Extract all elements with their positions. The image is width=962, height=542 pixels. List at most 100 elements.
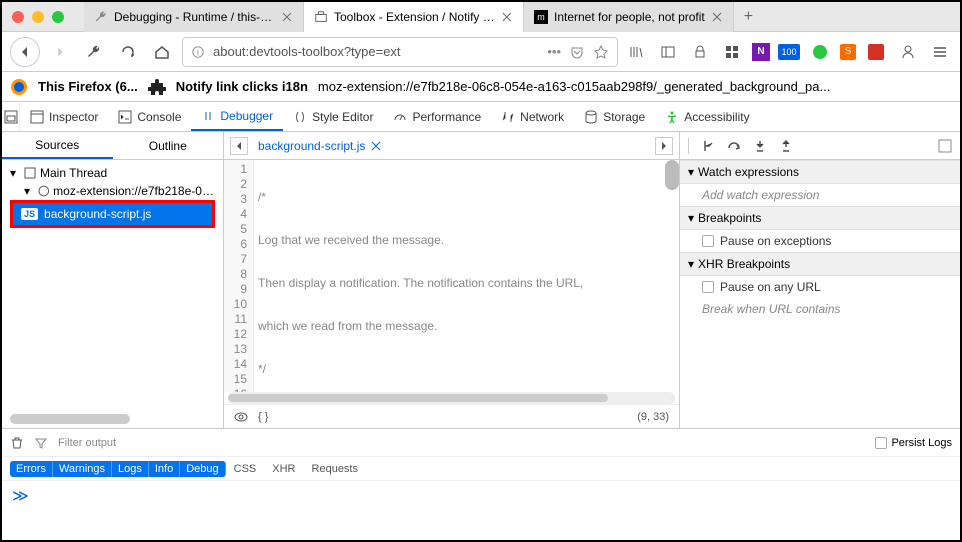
sources-tab[interactable]: Sources — [2, 132, 113, 159]
traffic-lights — [12, 11, 64, 23]
tools-button[interactable] — [80, 38, 108, 66]
sidebar-icon[interactable] — [656, 40, 680, 64]
collapse-panes-button[interactable] — [230, 137, 248, 155]
ext-onenote-icon[interactable]: N — [752, 43, 770, 61]
step-in-icon[interactable] — [753, 139, 767, 153]
close-icon[interactable] — [711, 11, 723, 23]
reload-button[interactable] — [114, 38, 142, 66]
style-icon — [293, 110, 307, 124]
tab-inspector[interactable]: Inspector — [20, 102, 108, 131]
break-url-input[interactable]: Break when URL contains — [680, 298, 960, 320]
home-button[interactable] — [148, 38, 176, 66]
tab-storage[interactable]: Storage — [574, 102, 655, 131]
close-icon[interactable] — [281, 11, 293, 23]
back-button[interactable] — [10, 37, 40, 67]
step-out-icon[interactable] — [779, 139, 793, 153]
console-input[interactable]: ≫ — [2, 481, 960, 511]
iframe-picker[interactable] — [2, 102, 20, 131]
css-filter[interactable]: CSS — [226, 461, 265, 477]
collapse-right-button[interactable] — [655, 137, 673, 155]
xhr-breakpoints-header[interactable]: ▾XHR Breakpoints — [680, 252, 960, 276]
debug-chip[interactable]: Debug — [180, 461, 225, 477]
editor-footer: { } (9, 33) — [224, 404, 679, 428]
new-tab-button[interactable]: + — [734, 2, 763, 32]
step-over-icon[interactable] — [727, 139, 741, 153]
browser-tab-toolbox[interactable]: Toolbox - Extension / Notify link — [304, 2, 524, 32]
watch-header[interactable]: ▾Watch expressions — [680, 160, 960, 184]
info-chip[interactable]: Info — [149, 461, 180, 477]
horizontal-scrollbar[interactable] — [10, 414, 130, 424]
toolbox-icon — [314, 10, 328, 24]
deactivate-icon[interactable] — [938, 139, 952, 153]
library-icon[interactable] — [624, 40, 648, 64]
pretty-print-button[interactable]: { } — [258, 411, 268, 423]
tab-debugger[interactable]: Debugger — [191, 102, 283, 131]
tab-console[interactable]: Console — [108, 102, 191, 131]
checkbox[interactable] — [702, 281, 714, 293]
requests-filter[interactable]: Requests — [304, 461, 366, 477]
add-watch-input[interactable]: Add watch expression — [680, 184, 960, 206]
url-bar[interactable]: i about:devtools-toolbox?type=ext ••• — [182, 37, 618, 67]
checkbox[interactable] — [875, 437, 887, 449]
pause-exceptions-checkbox[interactable]: Pause on exceptions — [680, 230, 960, 252]
checkbox[interactable] — [702, 235, 714, 247]
tab-style-editor[interactable]: Style Editor — [283, 102, 383, 131]
editor-panel: background-script.js 1234567891011121314… — [224, 132, 680, 428]
editor-file-tab[interactable]: background-script.js — [258, 139, 381, 153]
tab-performance[interactable]: Performance — [383, 102, 491, 131]
eye-icon[interactable] — [234, 410, 248, 424]
tab-label: Internet for people, not profit — [554, 10, 705, 24]
breakpoints-header[interactable]: ▾Breakpoints — [680, 206, 960, 230]
menu-icon[interactable] — [928, 40, 952, 64]
browser-tab-mozilla[interactable]: m Internet for people, not profit — [524, 2, 734, 32]
info-icon[interactable]: i — [191, 45, 205, 59]
navigation-bar: i about:devtools-toolbox?type=ext ••• N … — [2, 32, 960, 72]
xhr-filter[interactable]: XHR — [264, 461, 303, 477]
debugger-target-title: This Firefox (6... — [38, 79, 138, 94]
debugger-controls — [680, 132, 960, 160]
pocket-icon[interactable] — [569, 44, 585, 60]
close-icon[interactable] — [371, 141, 381, 151]
vertical-scrollbar[interactable] — [665, 160, 679, 190]
resume-icon[interactable] — [701, 139, 715, 153]
trash-icon[interactable] — [10, 436, 24, 450]
split-console: Filter output Persist Logs Errors Warnin… — [2, 428, 960, 511]
maximize-window[interactable] — [52, 11, 64, 23]
window-titlebar: Debugging - Runtime / this-fire Toolbox … — [2, 2, 960, 32]
horizontal-scrollbar[interactable] — [228, 392, 675, 404]
extension-folder[interactable]: ▾ moz-extension://e7fb218e-06c8 — [2, 182, 223, 200]
network-icon — [501, 110, 515, 124]
chevron-right-icon — [659, 141, 669, 151]
chevron-down-icon: ▾ — [24, 184, 34, 198]
outline-tab[interactable]: Outline — [113, 132, 224, 159]
star-icon[interactable] — [593, 44, 609, 60]
ext-badge-icon[interactable]: 100 — [778, 44, 800, 60]
ext-red-icon[interactable] — [864, 40, 888, 64]
persist-logs-checkbox[interactable]: Persist Logs — [875, 437, 952, 449]
forward-button[interactable] — [46, 38, 74, 66]
more-icon[interactable]: ••• — [547, 44, 561, 59]
errors-chip[interactable]: Errors — [10, 461, 53, 477]
code-content[interactable]: /* Log that we received the message. The… — [254, 160, 679, 392]
code-editor[interactable]: 1234567891011121314151617 /* Log that we… — [224, 160, 679, 392]
minimize-window[interactable] — [32, 11, 44, 23]
close-window[interactable] — [12, 11, 24, 23]
source-file[interactable]: JS background-script.js — [13, 203, 212, 225]
storage-icon — [584, 110, 598, 124]
tab-accessibility[interactable]: Accessibility — [655, 102, 759, 131]
pause-any-url-checkbox[interactable]: Pause on any URL — [680, 276, 960, 298]
close-icon[interactable] — [501, 11, 513, 23]
logs-chip[interactable]: Logs — [112, 461, 149, 477]
ext-grid-icon[interactable] — [720, 40, 744, 64]
account-icon[interactable] — [896, 40, 920, 64]
firefox-icon — [10, 78, 28, 96]
thread-item[interactable]: ▾ Main Thread — [2, 164, 223, 182]
extension-url: moz-extension://e7fb218e-06c8-054e-a163-… — [318, 79, 952, 94]
tab-network[interactable]: Network — [491, 102, 574, 131]
ext-orange-icon[interactable]: S — [840, 44, 856, 60]
browser-tab-debugging[interactable]: Debugging - Runtime / this-fire — [84, 2, 304, 32]
warnings-chip[interactable]: Warnings — [53, 461, 112, 477]
ext-green-icon[interactable] — [808, 40, 832, 64]
filter-input[interactable]: Filter output — [58, 437, 558, 449]
ext-lock-icon[interactable] — [688, 40, 712, 64]
